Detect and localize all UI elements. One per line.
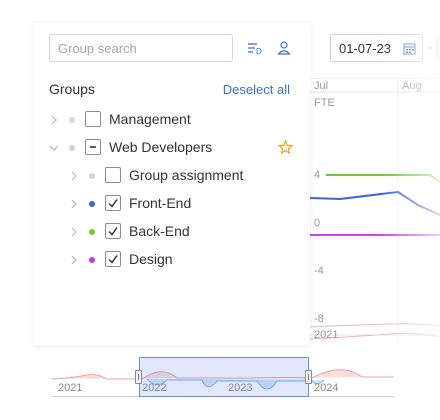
chevron-right-icon[interactable] [49,113,59,127]
tree-item-label: Management [109,111,191,127]
calendar-icon[interactable] [403,42,416,55]
tree-item-management[interactable]: Management [33,108,310,132]
front-end-checkbox[interactable] [105,195,121,211]
check-icon [108,227,118,236]
management-checkbox[interactable] [85,111,101,127]
tree-item-group-assignment[interactable]: Group assignment [33,164,310,188]
group-color-dot [69,145,75,151]
navigator-left-handle[interactable] [135,370,142,384]
design-checkbox[interactable] [105,251,121,267]
y-tick-label: 4 [314,169,320,181]
date-separator: - [428,40,432,54]
tree-item-label: Design [129,251,173,267]
groups-panel: D Groups Deselect all Management Web Dev… [33,23,310,345]
date-from-input[interactable]: 01-07-23 [330,34,423,62]
navigator-right-handle[interactable] [305,370,312,384]
group-assignment-checkbox[interactable] [105,167,121,183]
tree-item-front-end[interactable]: Front-End [33,192,310,216]
group-color-dot [89,201,95,207]
tree-item-label: Back-End [129,223,190,239]
navigator-year-label: 2024 [314,382,339,394]
unit-label: FTE [314,97,335,109]
chevron-right-icon[interactable] [69,197,79,211]
y-tick-label: 0 [314,217,320,229]
navigator-year-label: 2021 [58,382,83,394]
timeline-navigator[interactable]: 2021 2022 2023 2024 [52,357,394,397]
check-icon [108,255,118,264]
group-color-dot [69,117,75,123]
back-end-line [326,174,440,183]
month-label: Jul [314,80,328,92]
user-icon[interactable] [275,39,293,57]
svg-text:D: D [256,47,262,56]
group-color-dot [89,229,95,235]
back-end-checkbox[interactable] [105,223,121,239]
y-tick-label: -4 [314,265,324,277]
check-icon [108,199,118,208]
tree-item-web-developers[interactable]: Web Developers [33,136,310,160]
filter-icon[interactable]: D [246,39,264,57]
deselect-all-link[interactable]: Deselect all [223,82,290,97]
chevron-down-icon[interactable] [49,141,59,155]
chart-panel: 01-07-23 - Jul Aug FTE 4 0 -4 -8 2021 [310,23,440,345]
front-end-line [310,190,440,216]
tree-item-label: Front-End [129,195,192,211]
star-icon[interactable] [278,140,293,155]
chart-bottom-band: 2021 [310,323,440,341]
group-search-input[interactable] [49,34,233,62]
tree-item-label: Group assignment [129,167,244,183]
year-label: 2021 [314,329,338,341]
web-developers-checkbox[interactable] [85,139,101,155]
navigator-selection-window[interactable] [139,357,309,397]
tree-item-design[interactable]: Design [33,248,310,272]
fte-chart: Jul Aug FTE 4 0 -4 -8 2021 [310,78,440,345]
date-from-value: 01-07-23 [339,41,392,56]
chevron-right-icon[interactable] [69,225,79,239]
month-label: Aug [402,80,422,92]
tree-item-label: Web Developers [109,139,213,155]
group-color-dot [89,257,95,263]
tree-item-back-end[interactable]: Back-End [33,220,310,244]
chevron-right-icon[interactable] [69,253,79,267]
chevron-right-icon[interactable] [69,169,79,183]
groups-title: Groups [49,81,95,97]
partial-check-icon [90,146,96,148]
group-color-dot [89,173,95,179]
